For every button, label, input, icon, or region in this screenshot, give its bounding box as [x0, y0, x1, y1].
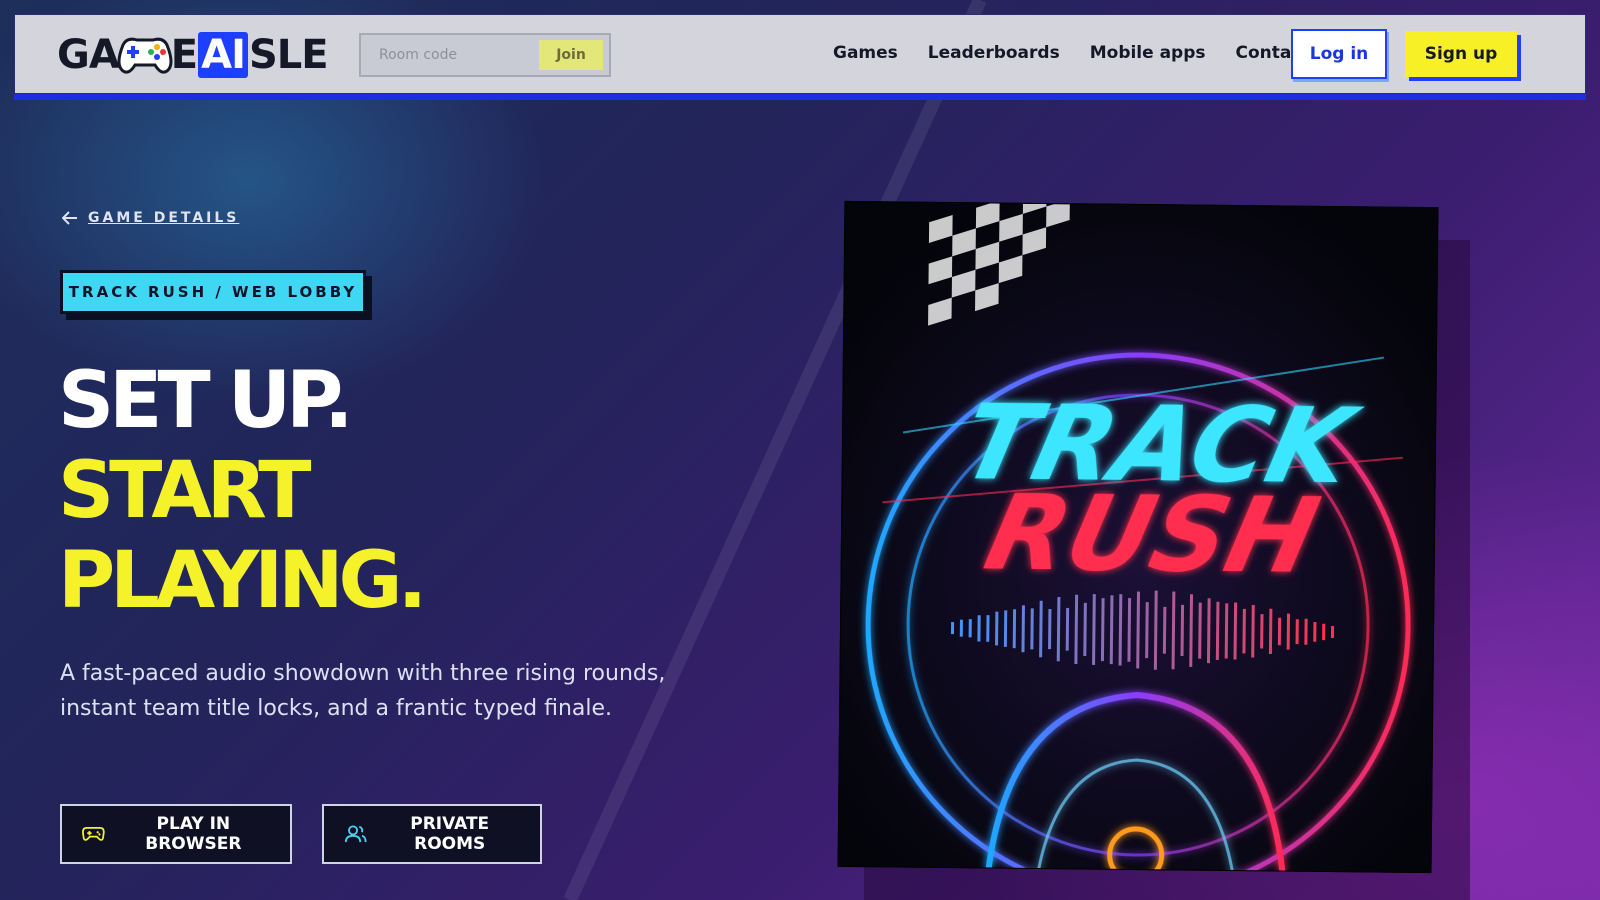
game-cover-art: TRACK RUSH [837, 200, 1439, 874]
waveform-bar [1286, 613, 1291, 650]
game-lobby-chip: TRACK RUSH / WEB LOBBY [60, 270, 366, 314]
track-rush-cover-image: TRACK RUSH [838, 200, 1439, 874]
waveform-bar [986, 615, 990, 642]
arrow-left-icon [62, 211, 77, 225]
waveform-bar [1251, 604, 1255, 658]
hero-description: A fast-paced audio showdown with three r… [60, 661, 666, 721]
waveform-bar [1145, 602, 1149, 659]
main-nav-links: Games Leaderboards Mobile apps Contact [833, 43, 1310, 63]
waveform-bar [1277, 617, 1282, 646]
waveform-bar [977, 615, 981, 642]
waveform-bar [959, 619, 963, 637]
play-in-browser-label: PLAY IN BROWSER [145, 814, 242, 854]
waveform-bar [1039, 600, 1043, 658]
waveform-bar [1295, 619, 1299, 645]
waveform-bar [1322, 623, 1326, 641]
top-nav: GA E AI SLE Join Games Leaderboards Mobi… [14, 14, 1586, 94]
back-to-game-details-link[interactable]: GAME DETAILS [62, 210, 239, 226]
waveform-bar [1330, 626, 1335, 639]
nav-link-leaderboards[interactable]: Leaderboards [928, 43, 1060, 63]
headline-line-3: PLAYING. [58, 536, 427, 626]
back-link-label: GAME DETAILS [88, 210, 240, 226]
waveform-bar [1313, 621, 1317, 642]
waveform-bar [1304, 618, 1308, 645]
private-rooms-label: PRIVATE ROOMS [410, 814, 490, 854]
room-code-input[interactable] [361, 35, 531, 75]
waveform-bar [1030, 608, 1034, 650]
waveform-bar [1065, 607, 1070, 651]
nav-link-mobile-apps[interactable]: Mobile apps [1090, 43, 1206, 63]
logo-text-prefix: GA [57, 32, 120, 78]
waveform-bar [968, 619, 972, 638]
waveform-bar [950, 622, 955, 635]
waveform-bar [1242, 608, 1246, 654]
gamepad-icon [82, 827, 105, 841]
waveform-bar [1224, 603, 1229, 659]
waveform-bar [1003, 610, 1008, 647]
login-button[interactable]: Log in [1291, 29, 1387, 79]
logo-text-suffix: SLE [248, 32, 329, 78]
waveform-bar [1180, 604, 1185, 657]
site-logo[interactable]: GA E AI SLE [57, 31, 329, 79]
cover-title-line-2: RUSH [975, 472, 1329, 597]
waveform-bar [1162, 606, 1167, 654]
headline-line-2: START [58, 446, 311, 536]
logo-text-mid: E [170, 32, 198, 78]
room-code-form: Join [359, 33, 611, 77]
hero-headline: SET UP. START PLAYING. [58, 356, 427, 626]
nav-link-games[interactable]: Games [833, 43, 898, 63]
play-in-browser-button[interactable]: PLAY IN BROWSER [60, 804, 292, 864]
logo-ai-badge: AI [198, 32, 248, 78]
waveform-bar [1021, 605, 1025, 653]
users-icon [344, 825, 367, 843]
signup-button[interactable]: Sign up [1405, 31, 1517, 77]
headline-line-1: SET UP. [58, 356, 354, 446]
waveform-bar [1012, 609, 1017, 649]
waveform-bar [1268, 608, 1273, 655]
waveform-bar [995, 611, 999, 646]
waveform-bar [1048, 609, 1052, 650]
waveform-bar [1083, 602, 1087, 657]
waveform-bar [1233, 602, 1238, 660]
join-button[interactable]: Join [539, 40, 603, 70]
waveform-bar [1215, 601, 1220, 660]
waveform-bar [1198, 602, 1202, 659]
waveform-bar [1260, 614, 1264, 649]
private-rooms-button[interactable]: PRIVATE ROOMS [322, 804, 542, 864]
gamepad-icon [117, 37, 173, 74]
